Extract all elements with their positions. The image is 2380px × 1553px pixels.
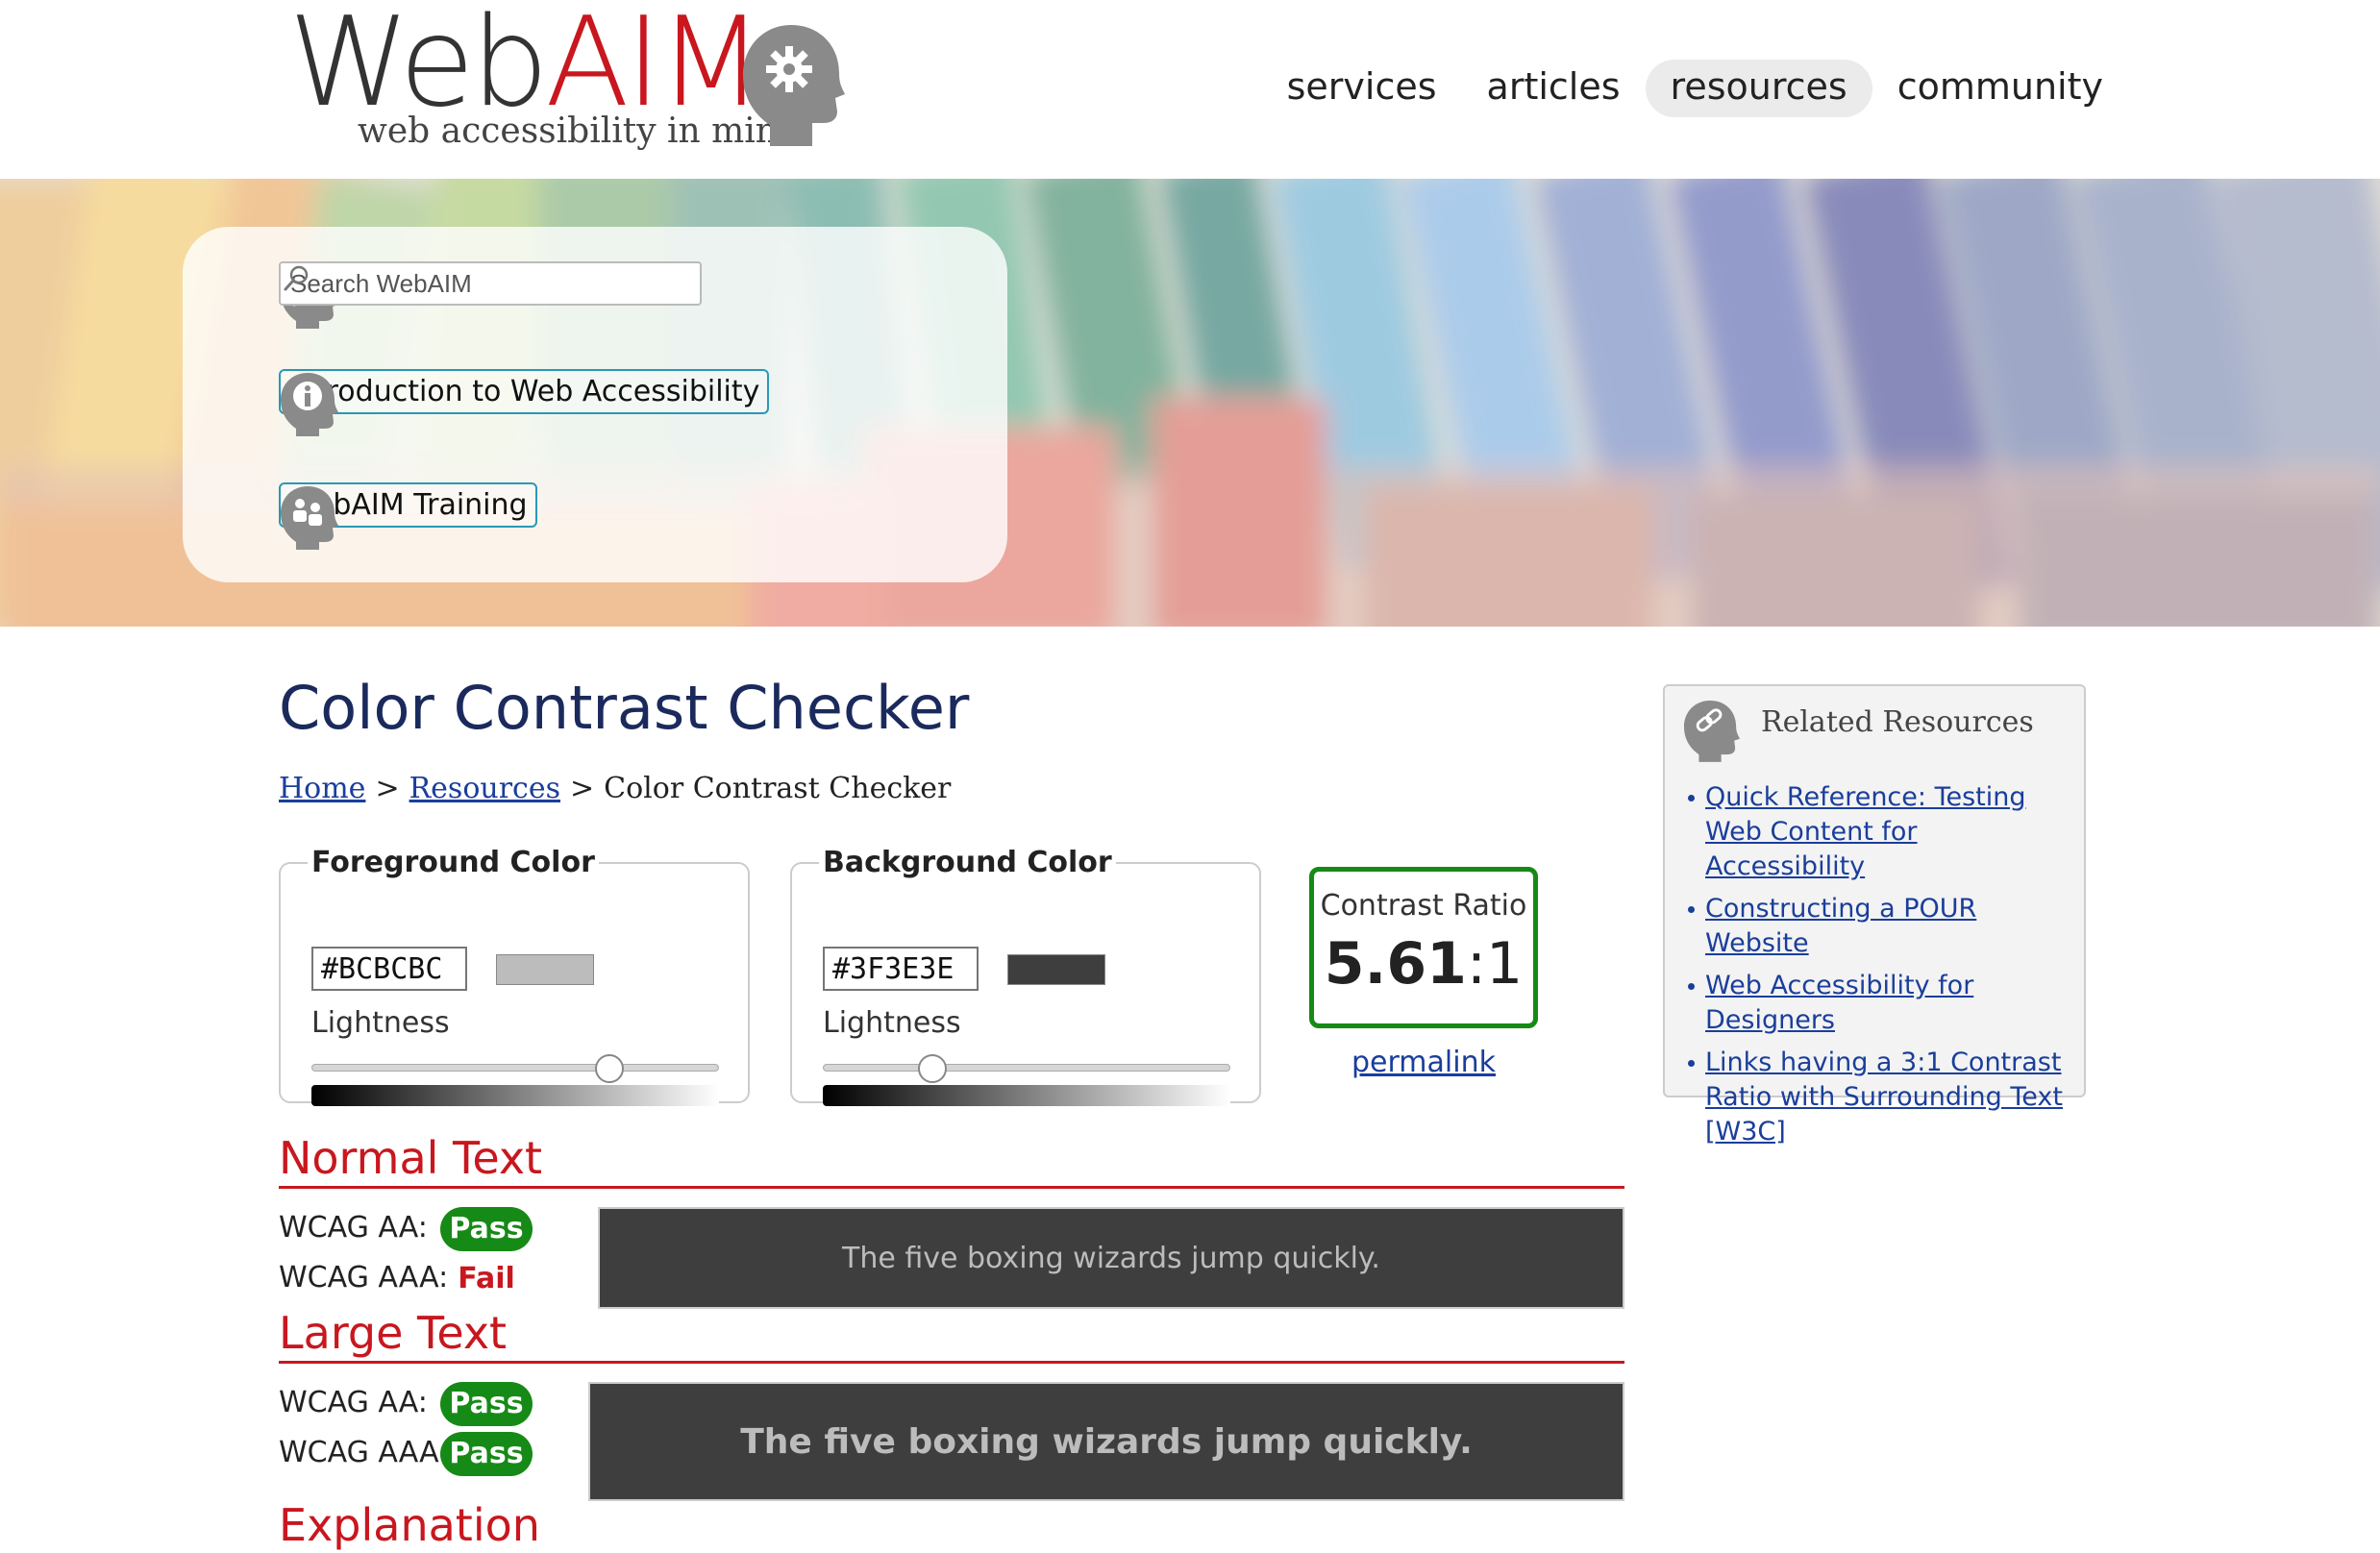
nav-articles[interactable]: articles — [1462, 60, 1646, 117]
background-lightness-slider[interactable] — [823, 1064, 1230, 1072]
nav-community[interactable]: community — [1872, 60, 2128, 117]
background-swatch[interactable] — [1007, 954, 1105, 985]
contrast-ratio-box: Contrast Ratio 5.61:1 — [1309, 867, 1538, 1028]
foreground-slider-thumb[interactable] — [594, 1054, 624, 1083]
related-resources-list: Quick Reference: Testing Web Content for… — [1688, 780, 2072, 1157]
search-box — [279, 261, 702, 306]
foreground-hex-input[interactable] — [311, 947, 467, 991]
foreground-lightness-label: Lightness — [311, 1006, 450, 1040]
related-resources-panel: Related Resources Quick Reference: Testi… — [1663, 684, 2086, 1146]
normal-text-sample: The five boxing wizards jump quickly. — [598, 1207, 1624, 1309]
background-lightness-label: Lightness — [823, 1006, 961, 1040]
background-color-panel: Background Color Lightness — [790, 846, 1261, 1106]
training-row: WebAIM Training — [279, 482, 537, 550]
normal-aaa-fail-badge: Fail — [458, 1262, 515, 1295]
logo-wordmark: WebAIM — [288, 0, 764, 135]
intro-row: Introduction to Web Accessibility — [279, 369, 770, 436]
breadcrumb-separator: > — [375, 772, 400, 805]
contrast-ratio-label: Contrast Ratio — [1320, 889, 1527, 923]
background-lightness-gradient — [823, 1085, 1230, 1106]
page-title: Color Contrast Checker — [279, 673, 970, 743]
background-slider-thumb[interactable] — [918, 1054, 948, 1083]
normal-wcag-aa-label: WCAG AA: — [279, 1211, 428, 1245]
breadcrumb: Home > Resources > Color Contrast Checker — [279, 772, 951, 805]
normal-text-heading: Normal Text — [279, 1132, 1624, 1189]
info-head-icon — [281, 373, 338, 436]
search-row — [279, 261, 702, 329]
breadcrumb-resources-link[interactable]: Resources — [409, 772, 560, 805]
breadcrumb-separator: > — [570, 772, 595, 805]
contrast-ratio-suffix: :1 — [1466, 930, 1524, 998]
breadcrumb-home-link[interactable]: Home — [279, 772, 365, 805]
link-head-icon — [1683, 701, 1740, 762]
nav-services[interactable]: services — [1262, 60, 1462, 117]
intro-web-accessibility-link[interactable]: Introduction to Web Accessibility — [279, 369, 770, 414]
large-wcag-aaa-label: WCAG AAA: — [279, 1436, 449, 1469]
hero-banner: Introduction to Web Accessibility WebAIM… — [0, 179, 2380, 627]
normal-aa-pass-badge: Pass — [440, 1207, 533, 1251]
contrast-ratio-number: 5.61 — [1324, 930, 1467, 998]
foreground-legend: Foreground Color — [311, 846, 595, 879]
webaim-logo[interactable]: WebAIM web accessibility in mind — [288, 2, 865, 163]
quick-links-panel: Introduction to Web Accessibility WebAIM… — [183, 227, 1007, 582]
related-resources-title: Related Resources — [1761, 705, 2034, 739]
nav-resources[interactable]: resources — [1645, 60, 1872, 117]
normal-wcag-aaa-label: WCAG AAA: — [279, 1261, 449, 1294]
foreground-color-panel: Foreground Color Lightness — [279, 846, 750, 1106]
foreground-lightness-gradient — [311, 1085, 719, 1106]
large-text-heading: Large Text — [279, 1307, 1624, 1364]
large-aa-pass-badge: Pass — [440, 1382, 533, 1426]
magnifier-icon[interactable] — [281, 263, 311, 294]
gear-head-logo-icon — [743, 25, 845, 146]
search-input[interactable] — [281, 263, 665, 304]
list-item: Quick Reference: Testing Web Content for… — [1688, 780, 2072, 884]
related-link-contrast-ratio-w3c[interactable]: Links having a 3:1 Contrast Ratio with S… — [1705, 1048, 2063, 1146]
large-text-sample: The five boxing wizards jump quickly. — [588, 1382, 1624, 1501]
main-nav: services articles resources community — [1262, 60, 2128, 117]
related-link-designers[interactable]: Web Accessibility for Designers — [1705, 971, 1973, 1035]
permalink-link[interactable]: permalink — [1309, 1046, 1538, 1079]
related-link-testing-web-content[interactable]: Quick Reference: Testing Web Content for… — [1705, 782, 2026, 881]
contrast-ratio-value: 5.61:1 — [1314, 930, 1533, 998]
list-item: Links having a 3:1 Contrast Ratio with S… — [1688, 1046, 2072, 1149]
training-head-icon — [281, 486, 338, 550]
related-link-pour-website[interactable]: Constructing a POUR Website — [1705, 894, 1976, 958]
list-item: Web Accessibility for Designers — [1688, 969, 2072, 1038]
large-aaa-pass-badge: Pass — [440, 1432, 533, 1476]
breadcrumb-current: Color Contrast Checker — [604, 772, 952, 805]
foreground-lightness-slider[interactable] — [311, 1064, 719, 1072]
large-wcag-aa-label: WCAG AA: — [279, 1386, 428, 1419]
background-hex-input[interactable] — [823, 947, 979, 991]
background-legend: Background Color — [823, 846, 1112, 879]
logo-tagline: web accessibility in mind — [358, 111, 801, 151]
site-header: WebAIM web accessibility in mind service… — [0, 0, 2380, 178]
list-item: Constructing a POUR Website — [1688, 892, 2072, 961]
foreground-swatch[interactable] — [496, 954, 594, 985]
